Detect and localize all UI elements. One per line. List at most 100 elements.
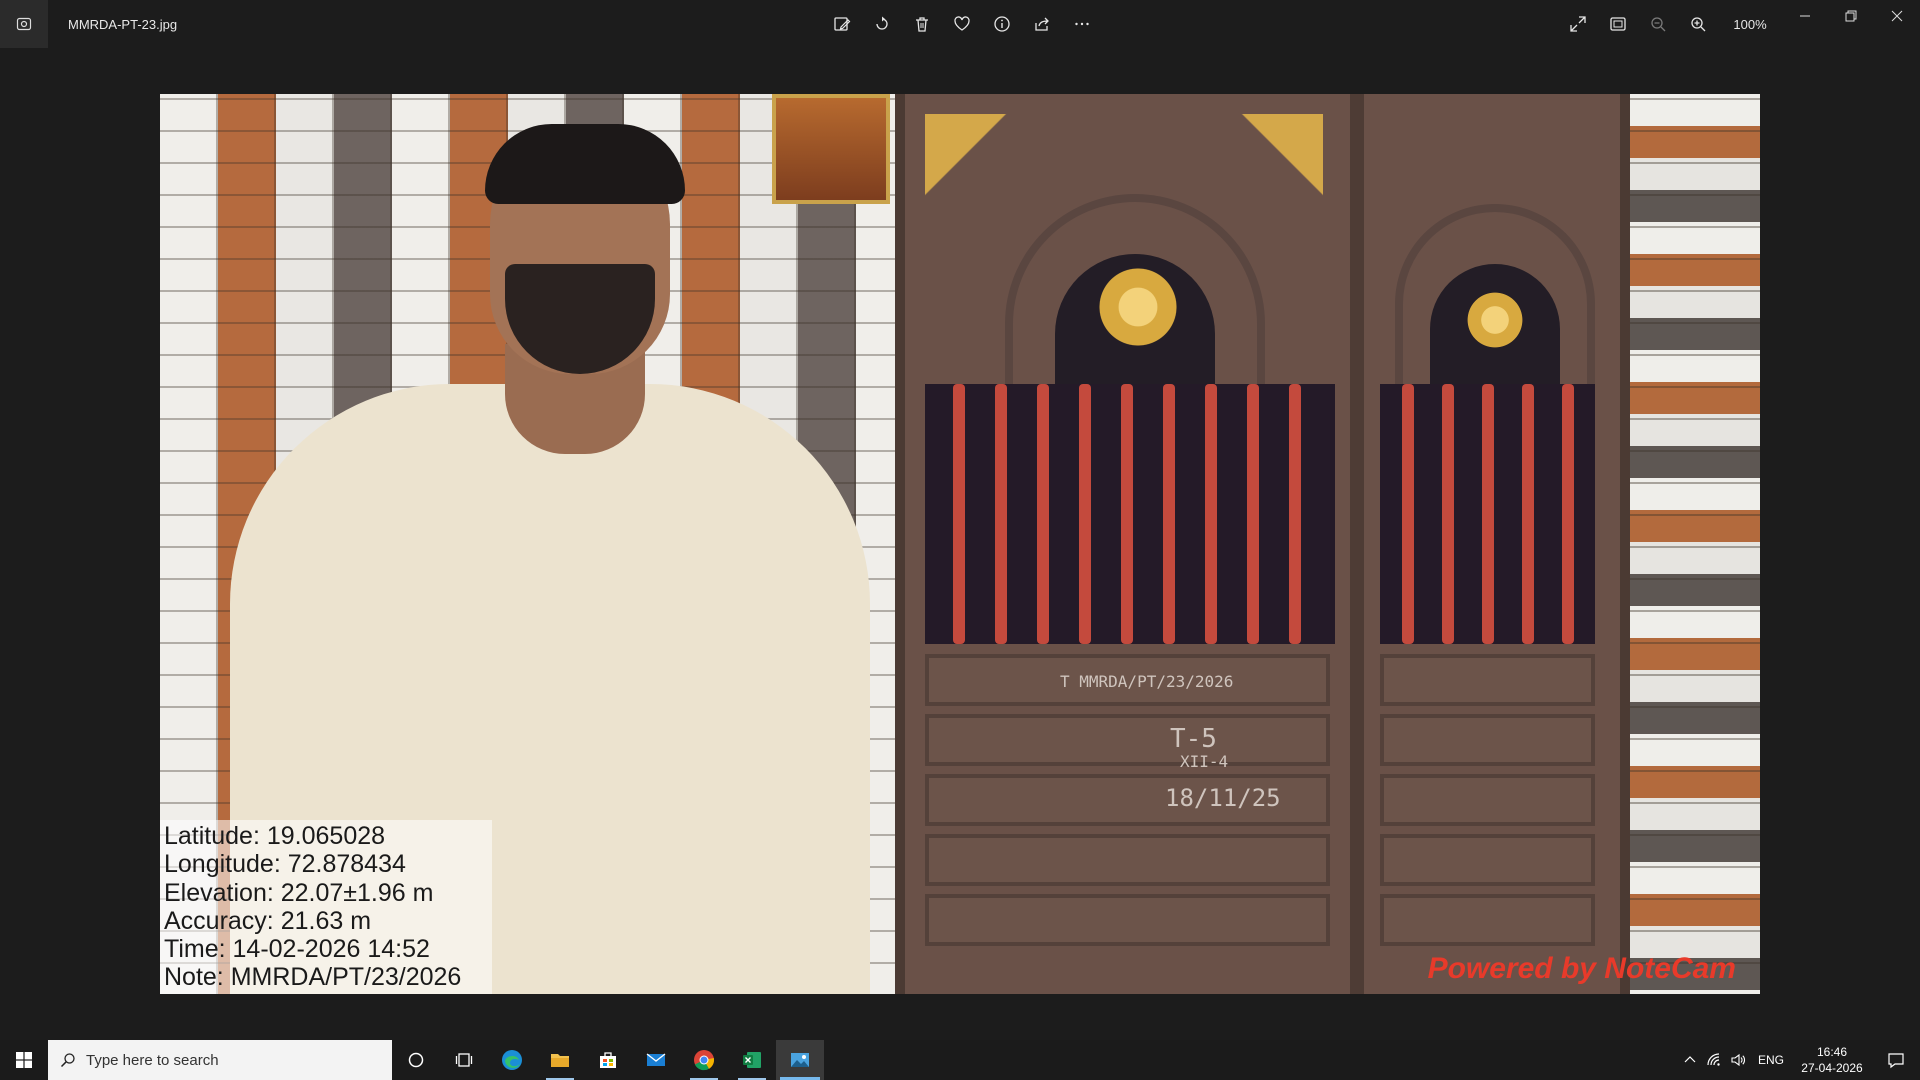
system-tray: ENG 16:46 27-04-2026 bbox=[1678, 1040, 1920, 1080]
restore-button[interactable] bbox=[1828, 0, 1874, 32]
close-button[interactable] bbox=[1874, 0, 1920, 32]
fit-window-icon bbox=[1610, 17, 1626, 31]
cortana-button[interactable] bbox=[392, 1040, 440, 1080]
taskbar: ENG 16:46 27-04-2026 bbox=[0, 1040, 1920, 1080]
photo-toolbar bbox=[826, 8, 1098, 40]
search-icon bbox=[60, 1053, 75, 1068]
clock-time: 16:46 bbox=[1816, 1045, 1848, 1059]
time-text: Time: 14-02-2026 14:52 bbox=[164, 935, 430, 964]
zoom-in-button[interactable] bbox=[1682, 8, 1714, 40]
favorite-button[interactable] bbox=[946, 8, 978, 40]
door-panel bbox=[925, 834, 1330, 886]
folder-icon bbox=[551, 1054, 569, 1067]
window-controls bbox=[1782, 0, 1920, 32]
full-screen-button[interactable] bbox=[1562, 8, 1594, 40]
door-marking-3: XII-4 bbox=[1180, 752, 1229, 771]
door-panel bbox=[925, 894, 1330, 946]
excel-icon bbox=[743, 1052, 761, 1068]
person-hair bbox=[485, 124, 685, 204]
cortana-icon bbox=[408, 1052, 424, 1068]
rotate-button[interactable] bbox=[866, 8, 898, 40]
longitude-text: Longitude: 72.878434 bbox=[164, 850, 406, 879]
network-button[interactable] bbox=[1702, 1040, 1726, 1080]
info-icon bbox=[994, 16, 1010, 32]
expand-icon bbox=[1570, 16, 1586, 32]
speaker-icon bbox=[1731, 1053, 1745, 1067]
task-view-button[interactable] bbox=[440, 1040, 488, 1080]
taskbar-app-mail[interactable] bbox=[632, 1040, 680, 1080]
minimize-button[interactable] bbox=[1782, 0, 1828, 32]
photos-app-window: MMRDA-PT-23.jpg 100% T MMRDA/PT/23/2026 … bbox=[0, 0, 1920, 1040]
zoom-level[interactable]: 100% bbox=[1722, 17, 1778, 32]
windows-logo-icon bbox=[16, 1052, 32, 1068]
show-hidden-icons-button[interactable] bbox=[1678, 1040, 1702, 1080]
photo-viewer-image[interactable]: T MMRDA/PT/23/2026 T-5 XII-4 18/11/25 La… bbox=[160, 94, 1760, 994]
minimize-icon bbox=[1800, 15, 1810, 17]
action-center-button[interactable] bbox=[1872, 1040, 1920, 1080]
zoom-in-icon bbox=[1691, 17, 1706, 32]
door-panel bbox=[1380, 834, 1595, 886]
elevation-text: Elevation: 22.07±1.96 m bbox=[164, 878, 434, 907]
taskbar-app-edge[interactable] bbox=[488, 1040, 536, 1080]
door-panel bbox=[1380, 714, 1595, 766]
door-marking-1: T MMRDA/PT/23/2026 bbox=[1060, 672, 1234, 691]
note-text: Note: MMRDA/PT/23/2026 bbox=[164, 963, 462, 992]
clock-date: 27-04-2026 bbox=[1801, 1061, 1863, 1075]
chevron-up-icon bbox=[1684, 1056, 1696, 1063]
door-panel bbox=[1380, 774, 1595, 826]
store-icon bbox=[600, 1052, 616, 1068]
more-dots-icon bbox=[1075, 22, 1089, 26]
door-panel bbox=[1380, 654, 1595, 706]
rotate-icon bbox=[876, 16, 888, 30]
delete-button[interactable] bbox=[906, 8, 938, 40]
geo-tag-overlay: Latitude: 19.065028 Longitude: 72.878434… bbox=[160, 820, 492, 994]
notification-icon bbox=[1888, 1053, 1904, 1069]
tiled-wall-right bbox=[1630, 94, 1760, 994]
task-view-icon bbox=[455, 1053, 473, 1067]
door-marking-2: T-5 bbox=[1170, 724, 1217, 754]
chrome-icon bbox=[694, 1050, 715, 1071]
accuracy-text: Accuracy: 21.63 m bbox=[164, 906, 372, 935]
door-flower-left bbox=[1093, 262, 1183, 352]
close-icon bbox=[1891, 10, 1903, 22]
door-panel bbox=[1380, 894, 1595, 946]
title-bar: MMRDA-PT-23.jpg 100% bbox=[0, 0, 1920, 48]
share-icon bbox=[1035, 17, 1049, 31]
search-input[interactable] bbox=[86, 1051, 366, 1069]
input-language[interactable]: ENG bbox=[1750, 1053, 1792, 1067]
edit-image-button[interactable] bbox=[826, 8, 858, 40]
door-flower-right bbox=[1463, 288, 1527, 352]
taskbar-search[interactable] bbox=[48, 1040, 392, 1080]
edit-image-icon bbox=[834, 17, 851, 31]
heart-icon bbox=[954, 16, 970, 31]
volume-button[interactable] bbox=[1726, 1040, 1750, 1080]
taskbar-app-store[interactable] bbox=[584, 1040, 632, 1080]
fit-to-window-button[interactable] bbox=[1602, 8, 1634, 40]
door-divider bbox=[1350, 94, 1364, 994]
zoom-out-button[interactable] bbox=[1642, 8, 1674, 40]
photos-app-icon[interactable] bbox=[0, 0, 48, 48]
door-grille-right bbox=[1380, 384, 1595, 644]
door-ornament-left bbox=[925, 114, 1025, 214]
mail-icon bbox=[646, 1053, 666, 1066]
taskbar-app-photos[interactable] bbox=[776, 1040, 824, 1080]
zoom-out-icon bbox=[1651, 17, 1666, 32]
share-button[interactable] bbox=[1026, 8, 1058, 40]
taskbar-app-chrome[interactable] bbox=[680, 1040, 728, 1080]
more-options-button[interactable] bbox=[1066, 8, 1098, 40]
file-name: MMRDA-PT-23.jpg bbox=[68, 16, 178, 32]
door-ornament-right bbox=[1223, 114, 1323, 214]
view-tools: 100% bbox=[1562, 8, 1778, 40]
trash-icon bbox=[916, 17, 928, 32]
start-button[interactable] bbox=[0, 1040, 48, 1080]
clock[interactable]: 16:46 27-04-2026 bbox=[1792, 1044, 1872, 1076]
latitude-text: Latitude: 19.065028 bbox=[164, 822, 386, 850]
photos-icon bbox=[16, 17, 32, 31]
file-info-button[interactable] bbox=[986, 8, 1018, 40]
taskbar-app-excel[interactable] bbox=[728, 1040, 776, 1080]
deity-frame bbox=[772, 94, 890, 204]
door-grille-left bbox=[925, 384, 1335, 644]
photos-app-taskbar-icon bbox=[791, 1053, 809, 1067]
taskbar-app-file-explorer[interactable] bbox=[536, 1040, 584, 1080]
wifi-icon bbox=[1707, 1053, 1720, 1066]
